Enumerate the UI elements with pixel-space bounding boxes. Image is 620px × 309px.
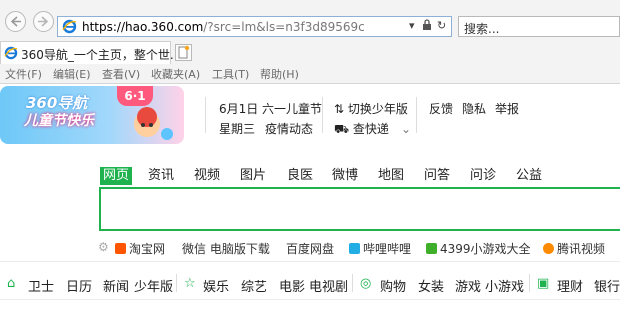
divider: [352, 274, 353, 292]
url-path: /?src=lm&ls=n3f3d89569c: [203, 20, 365, 34]
forward-button[interactable]: [33, 11, 54, 32]
header-divider: [205, 97, 206, 133]
tab-video[interactable]: 视频: [194, 167, 220, 185]
express-label: 查快递: [352, 122, 389, 136]
nav-finance[interactable]: 理财: [557, 276, 583, 295]
ie-logo-icon: [4, 46, 18, 60]
quicklink-wechat[interactable]: 微信 电脑版下载: [182, 240, 270, 257]
finance-icon: ▣: [537, 276, 550, 291]
header-divider: [322, 97, 323, 133]
play-icon: [543, 243, 554, 254]
forward-arrow-icon: [38, 16, 49, 27]
nav-movie[interactable]: 电影: [279, 276, 305, 295]
nav-games[interactable]: 游戏: [455, 276, 481, 295]
menu-help[interactable]: 帮助(H): [260, 66, 299, 82]
refresh-icon[interactable]: ↻: [437, 19, 446, 32]
nav-womens-wear[interactable]: 女装: [418, 276, 444, 295]
tab-images[interactable]: 图片: [240, 167, 266, 185]
ie-logo-icon: [62, 19, 77, 34]
truck-icon: ⛟: [334, 122, 353, 136]
shopping-icon: ◎: [360, 276, 372, 291]
quicklink-taobao[interactable]: 淘宝网: [115, 240, 165, 257]
epidemic-link[interactable]: 疫情动态: [265, 120, 313, 137]
privacy-link[interactable]: 隐私: [462, 100, 486, 117]
tab-title: 360导航_一个主页，整个世...: [21, 48, 182, 62]
quicklink-4399[interactable]: 4399小游戏大全: [426, 240, 531, 257]
back-arrow-icon: [10, 16, 21, 27]
nav-news[interactable]: 新闻: [103, 276, 129, 295]
menu-view[interactable]: 查看(V): [102, 66, 140, 82]
url-dropdown-icon[interactable]: ▾: [409, 19, 415, 32]
games-grid-icon: [426, 243, 437, 254]
weekday-text[interactable]: 星期三: [219, 120, 255, 137]
feedback-link[interactable]: 反馈: [429, 100, 453, 117]
taobao-icon: [115, 243, 126, 254]
tab-qa[interactable]: 问答: [424, 167, 450, 185]
tab-weibo[interactable]: 微博: [332, 167, 358, 185]
tab-active[interactable]: 360导航_一个主页，整个世...: [0, 41, 181, 64]
search-placeholder: 搜索...: [464, 22, 500, 36]
bilibili-icon: [349, 243, 360, 254]
nav-entertainment[interactable]: 娱乐: [203, 276, 229, 295]
divider: [0, 261, 620, 262]
settings-gear-icon[interactable]: ⚙: [98, 240, 109, 254]
quicklink-bilibili[interactable]: 哔哩哔哩: [349, 240, 411, 257]
quicklink-label: 哔哩哔哩: [363, 242, 412, 256]
url-text: https://hao.360.com/?src=lm&ls=n3f3d8956…: [82, 20, 365, 34]
switch-icon: ⇅: [334, 102, 348, 116]
nav-tv[interactable]: 电视剧: [309, 276, 348, 295]
divider: [529, 274, 530, 292]
star-icon: ☆: [184, 276, 196, 291]
nav-shopping[interactable]: 购物: [380, 276, 406, 295]
date-text[interactable]: 6月1日: [219, 100, 258, 117]
nav-guard[interactable]: 卫士: [28, 276, 54, 295]
lock-icon[interactable]: [422, 19, 432, 34]
tab-strip: 360导航_一个主页，整个世...: [0, 40, 620, 64]
menu-bar: 文件(F) 编辑(E) 查看(V) 收藏夹(A) 工具(T) 帮助(H): [0, 64, 620, 84]
url-host: https://hao.360.com: [82, 20, 204, 34]
tab-charity[interactable]: 公益: [516, 167, 542, 185]
menu-tools[interactable]: 工具(T): [212, 66, 249, 82]
menu-edit[interactable]: 编辑(E): [53, 66, 91, 82]
browser-search-input[interactable]: 搜索...: [458, 16, 620, 37]
quicklink-label: 腾讯视频: [557, 242, 606, 256]
tab-map[interactable]: 地图: [378, 167, 404, 185]
quicklink-baidu-pan[interactable]: 百度网盘: [286, 240, 334, 257]
nav-bank[interactable]: 银行: [594, 276, 620, 295]
back-button[interactable]: [5, 11, 26, 32]
quicklink-label: 4399小游戏大全: [440, 242, 531, 256]
menu-favorites[interactable]: 收藏夹(A): [151, 66, 200, 82]
quicklink-label: 淘宝网: [129, 242, 166, 256]
header-divider: [416, 97, 417, 133]
quicklink-tencent-video[interactable]: 腾讯视频: [543, 240, 605, 257]
tab-consult[interactable]: 问诊: [470, 167, 496, 185]
menu-file[interactable]: 文件(F): [5, 66, 42, 82]
report-link[interactable]: 举报: [495, 100, 519, 117]
home-icon: ⌂: [7, 276, 16, 291]
nav-youth[interactable]: 少年版: [134, 276, 173, 295]
divider: [0, 299, 620, 300]
cartoon-mascot-icon: [134, 107, 173, 140]
nav-calendar[interactable]: 日历: [66, 276, 92, 295]
express-link[interactable]: ⛟ 查快递 ⌄: [334, 120, 411, 138]
tab-news[interactable]: 资讯: [148, 167, 174, 185]
youth-switch-link[interactable]: ⇅ 切换少年版: [334, 100, 408, 117]
tab-web[interactable]: 网页: [100, 167, 133, 185]
new-tab-button[interactable]: [175, 44, 192, 61]
chevron-down-icon: ⌄: [400, 122, 411, 136]
main-search-input[interactable]: [99, 187, 620, 231]
banner-badge: 6·1: [117, 86, 153, 106]
new-tab-icon: [178, 45, 190, 59]
banner-subtitle: 儿童节快乐: [24, 113, 94, 129]
youth-switch-label: 切换少年版: [347, 102, 408, 116]
childrens-day-banner[interactable]: 360导航 儿童节快乐 6·1: [0, 86, 184, 144]
nav-variety[interactable]: 综艺: [241, 276, 267, 295]
nav-mini-games[interactable]: 小游戏: [485, 276, 524, 295]
address-input[interactable]: https://hao.360.com/?src=lm&ls=n3f3d8956…: [57, 16, 452, 37]
festival-text[interactable]: 六一儿童节: [262, 100, 322, 117]
divider: [176, 274, 177, 292]
address-bar-row: https://hao.360.com/?src=lm&ls=n3f3d8956…: [0, 0, 620, 41]
tab-doctor[interactable]: 良医: [287, 167, 313, 185]
